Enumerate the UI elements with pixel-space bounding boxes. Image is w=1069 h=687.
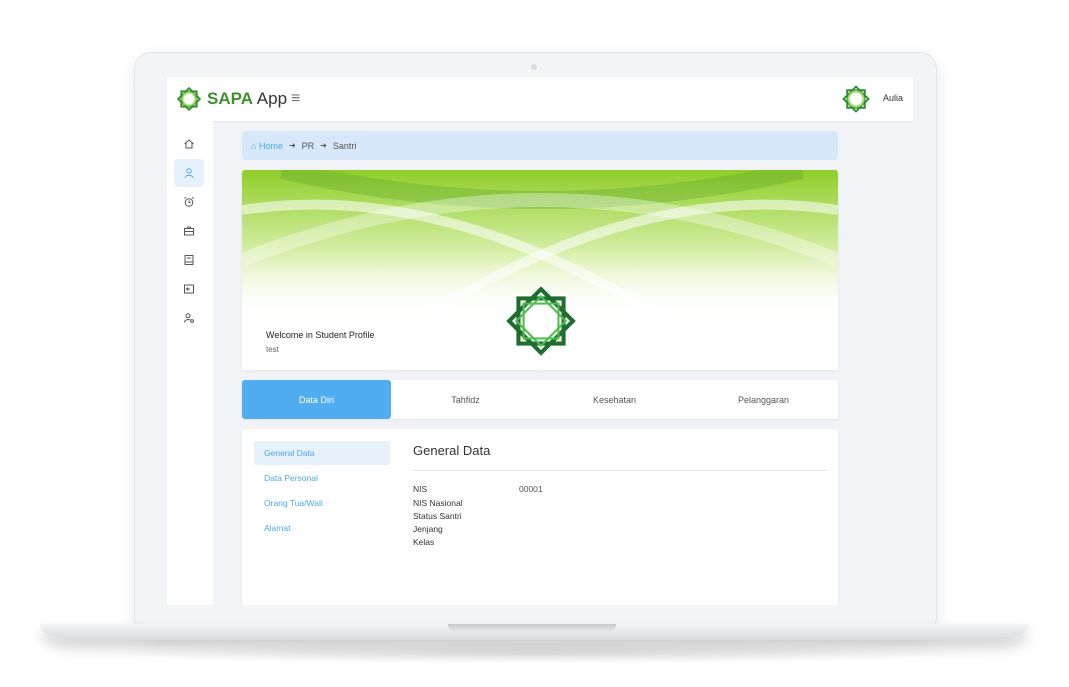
top-bar: SAPA App ≡ Aulia <box>167 77 913 121</box>
arrow-right-icon: ➜ <box>320 141 327 150</box>
sidebar-item-home[interactable] <box>174 130 204 158</box>
section-nav-alamat[interactable]: Alamat <box>254 516 390 540</box>
field-label: Status Santri <box>413 511 462 521</box>
user-icon <box>184 168 194 179</box>
field-label: NIS <box>413 484 428 494</box>
book-icon <box>184 255 194 265</box>
laptop-camera <box>531 64 537 70</box>
profile-emblem-icon <box>503 283 579 359</box>
sidebar-item-profile[interactable] <box>174 159 204 187</box>
hamburger-icon[interactable]: ≡ <box>291 90 300 108</box>
sidebar-item-schedule[interactable] <box>174 188 204 216</box>
user-name[interactable]: Aulia <box>883 93 903 103</box>
section-nav-data-personal[interactable]: Data Personal <box>254 466 390 490</box>
profile-card: Welcome in Student Profile test <box>242 170 838 370</box>
briefcase-icon <box>184 226 194 236</box>
user-settings-icon <box>184 313 194 323</box>
sidebar-item-work[interactable] <box>174 217 204 245</box>
brand-name-secondary: App <box>252 89 288 108</box>
logo-icon[interactable] <box>175 85 203 113</box>
app-screen: SAPA App ≡ Aulia ⌂ Home ➜ PR ➜ Santri We… <box>167 77 913 605</box>
profile-tabs: Data Diri Tahfidz Kesehatan Pelanggaran <box>242 380 838 419</box>
section-nav-general-data[interactable]: General Data <box>254 441 390 465</box>
field-label: Kelas <box>413 537 435 547</box>
avatar[interactable] <box>840 83 872 115</box>
laptop-shadow <box>90 642 980 664</box>
alarm-clock-icon <box>184 196 194 207</box>
profile-welcome-subtitle: test <box>266 345 279 354</box>
section-title: General Data <box>413 443 491 458</box>
sidebar-item-user-settings[interactable] <box>174 304 204 332</box>
home-icon <box>184 139 194 149</box>
sidebar-item-exit[interactable] <box>174 275 204 303</box>
profile-welcome-title: Welcome in Student Profile <box>266 330 375 340</box>
divider <box>413 470 827 471</box>
brand-name-primary: SAPA <box>207 89 253 108</box>
section-nav-orang-tua-wali[interactable]: Orang Tua/Wali <box>254 491 390 515</box>
field-label: Jenjang <box>413 524 443 534</box>
laptop-notch <box>448 624 616 631</box>
field-label: NIS Nasional <box>413 498 463 508</box>
tab-data-diri[interactable]: Data Diri <box>242 380 391 419</box>
section-nav: General Data Data Personal Orang Tua/Wal… <box>254 441 390 541</box>
breadcrumb-home-label: Home <box>258 140 283 151</box>
detail-card: General Data Data Personal Orang Tua/Wal… <box>242 429 838 605</box>
tab-pelanggaran[interactable]: Pelanggaran <box>689 380 838 419</box>
brand-name: SAPA App <box>207 89 287 109</box>
field-value: 00001 <box>519 484 543 494</box>
breadcrumb-item: Santri <box>332 140 357 151</box>
exit-icon <box>184 284 194 294</box>
sidebar <box>167 121 213 605</box>
breadcrumb-home[interactable]: ⌂ Home <box>251 141 283 151</box>
tab-kesehatan[interactable]: Kesehatan <box>540 380 689 419</box>
breadcrumb-item[interactable]: PR <box>302 141 315 151</box>
sidebar-item-book[interactable] <box>174 246 204 274</box>
tab-tahfidz[interactable]: Tahfidz <box>391 380 540 419</box>
breadcrumb: ⌂ Home ➜ PR ➜ Santri <box>242 131 838 160</box>
arrow-right-icon: ➜ <box>288 141 296 150</box>
